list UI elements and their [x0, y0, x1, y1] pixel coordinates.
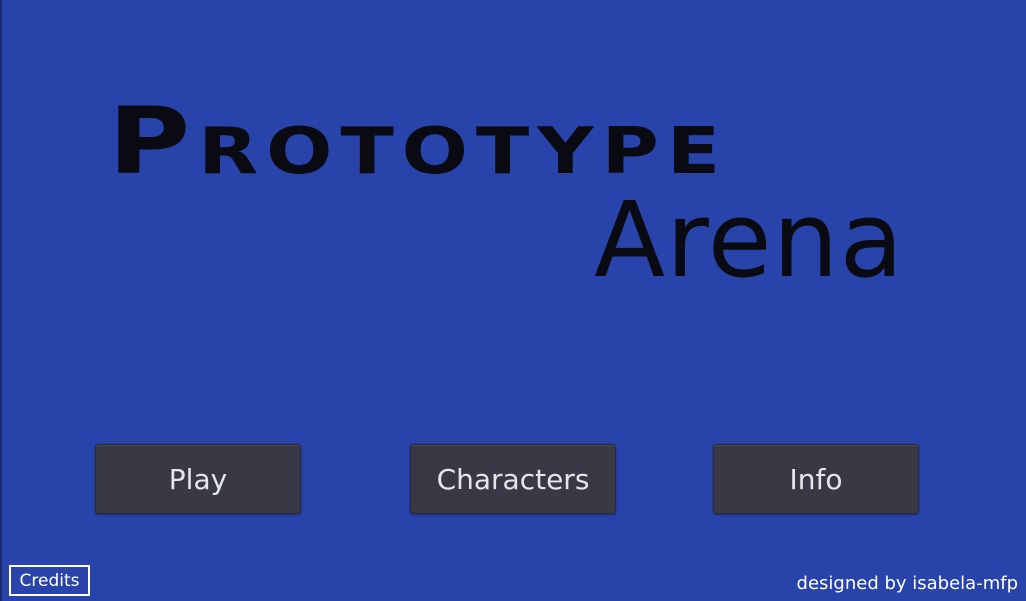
play-button[interactable]: Play	[95, 444, 301, 514]
info-button-label: Info	[789, 462, 843, 496]
credits-button[interactable]: Credits	[9, 565, 90, 596]
main-menu-screen: Prototype Arena Play Characters Info Cre…	[0, 0, 1026, 601]
designer-credit: designed by isabela-mfp	[796, 573, 1018, 594]
credits-button-label: Credits	[19, 570, 80, 591]
game-title-line2: Arena	[594, 179, 905, 301]
game-title-line1: Prototype	[108, 88, 729, 196]
play-button-label: Play	[168, 462, 228, 496]
characters-button[interactable]: Characters	[410, 444, 616, 514]
info-button[interactable]: Info	[713, 444, 919, 514]
characters-button-label: Characters	[436, 462, 590, 496]
